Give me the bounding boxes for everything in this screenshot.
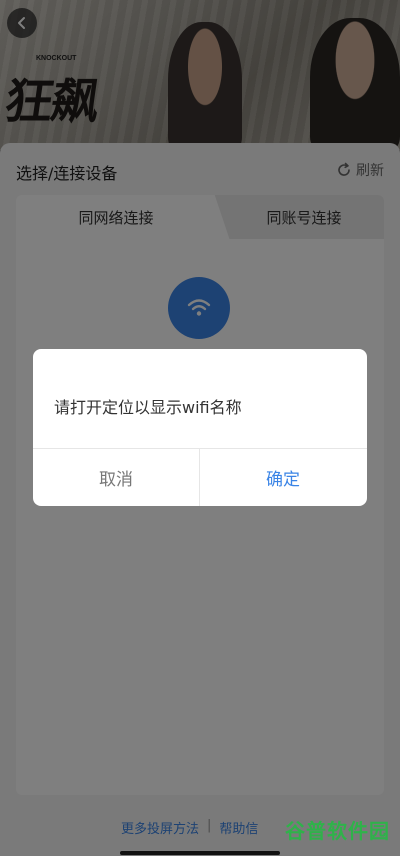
confirm-button[interactable]: 确定: [200, 449, 366, 506]
site-watermark: 谷普软件园: [285, 819, 390, 843]
cancel-button[interactable]: 取消: [33, 449, 199, 506]
location-permission-dialog: 请打开定位以显示wifi名称 取消 确定: [33, 349, 367, 506]
dialog-message: 请打开定位以显示wifi名称: [54, 398, 242, 417]
